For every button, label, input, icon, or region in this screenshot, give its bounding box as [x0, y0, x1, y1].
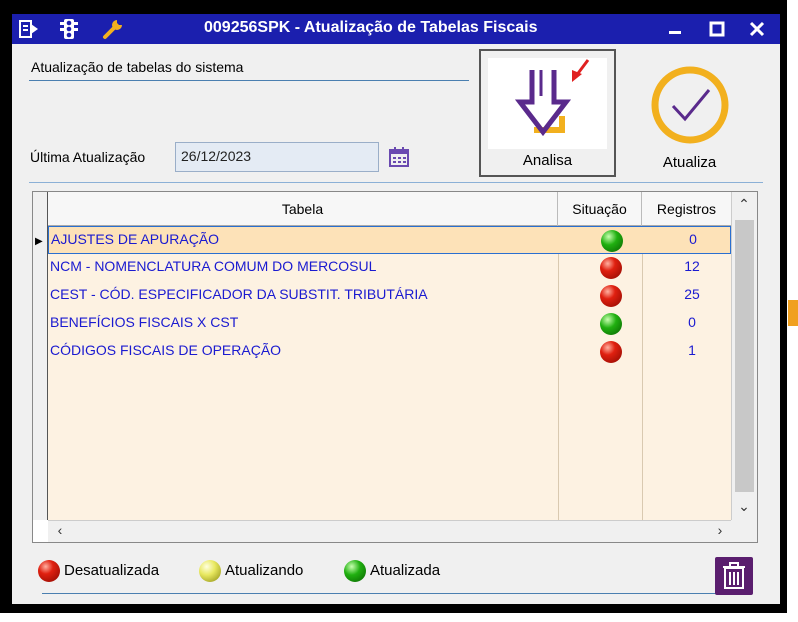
minimize-button[interactable] — [660, 18, 690, 40]
table-row[interactable]: CEST - CÓD. ESPECIFICADOR DA SUBSTIT. TR… — [48, 282, 731, 310]
legend-yellow-icon — [199, 560, 221, 582]
header-divider — [29, 182, 763, 183]
cell-tabela: AJUSTES DE APURAÇÃO — [51, 231, 220, 247]
cell-registros: 0 — [688, 314, 696, 330]
legend-desatualizada: Desatualizada — [64, 562, 160, 579]
analisa-button[interactable]: Analisa — [479, 49, 616, 177]
atualiza-label[interactable]: Atualiza — [632, 154, 747, 171]
scroll-down-icon[interactable]: ⌄ — [732, 498, 756, 515]
cell-registros: 1 — [688, 342, 696, 358]
grid-header: Tabela Situação Registros — [48, 192, 731, 226]
background-window-edge — [788, 300, 798, 326]
cell-registros: 25 — [684, 286, 700, 302]
scroll-up-icon[interactable]: ⌃ — [732, 196, 756, 213]
status-green-icon — [601, 230, 623, 252]
cell-tabela: CEST - CÓD. ESPECIFICADOR DA SUBSTIT. TR… — [50, 286, 428, 302]
wrench-icon[interactable] — [102, 18, 124, 40]
vertical-scrollbar[interactable]: ⌃ ⌄ — [731, 192, 757, 520]
horizontal-scrollbar[interactable]: ‹ › — [48, 520, 731, 542]
table-row[interactable]: BENEFÍCIOS FISCAIS X CST 0 — [48, 310, 731, 338]
tables-grid[interactable]: ▶ Tabela Situação Registros AJUSTES DE A… — [32, 191, 758, 543]
status-red-icon — [600, 285, 622, 307]
minimize-icon — [669, 31, 681, 34]
status-red-icon — [600, 341, 622, 363]
scroll-left-icon[interactable]: ‹ — [48, 522, 72, 538]
current-row-pointer-icon: ▶ — [35, 236, 43, 247]
table-row[interactable]: AJUSTES DE APURAÇÃO 0 — [48, 226, 731, 254]
cell-tabela: BENEFÍCIOS FISCAIS X CST — [50, 314, 239, 330]
column-header-registros[interactable]: Registros — [642, 192, 731, 226]
cell-tabela: NCM - NOMENCLATURA COMUM DO MERCOSUL — [50, 258, 377, 274]
legend-green-icon — [344, 560, 366, 582]
legend-red-icon — [38, 560, 60, 582]
footer-divider — [42, 593, 732, 594]
client-area: Atualização de tabelas do sistema Última… — [12, 44, 780, 604]
legend-atualizada: Atualizada — [370, 562, 441, 579]
delete-button[interactable] — [715, 557, 753, 595]
download-arrow-icon — [514, 59, 590, 137]
calendar-icon[interactable] — [388, 146, 410, 168]
check-circle-icon[interactable] — [649, 64, 731, 146]
table-row[interactable]: CÓDIGOS FISCAIS DE OPERAÇÃO 1 — [48, 338, 731, 366]
cell-registros: 0 — [689, 231, 697, 247]
last-update-date-field[interactable]: 26/12/2023 — [175, 142, 379, 172]
analisa-label: Analisa — [522, 152, 573, 169]
vertical-scroll-thumb[interactable] — [735, 220, 754, 492]
maximize-button[interactable] — [702, 18, 732, 40]
cell-tabela: CÓDIGOS FISCAIS DE OPERAÇÃO — [50, 342, 282, 358]
menu-arrow-icon[interactable] — [18, 18, 40, 40]
title-bar: 009256SPK - Atualização de Tabelas Fisca… — [12, 14, 780, 44]
column-header-situacao[interactable]: Situação — [558, 192, 642, 226]
legend-atualizando: Atualizando — [225, 562, 304, 579]
cell-registros: 12 — [684, 258, 700, 274]
section-caption: Atualização de tabelas do sistema — [31, 59, 244, 75]
scroll-right-icon[interactable]: › — [708, 522, 732, 538]
analisa-icon-frame — [488, 58, 607, 149]
traffic-light-icon[interactable] — [58, 18, 80, 40]
last-update-label: Última Atualização — [30, 149, 146, 165]
caption-divider — [29, 80, 469, 81]
table-row[interactable]: NCM - NOMENCLATURA COMUM DO MERCOSUL 12 — [48, 254, 731, 282]
scroll-corner — [731, 520, 757, 542]
trash-icon — [723, 562, 745, 589]
close-icon — [749, 21, 765, 37]
grid-body: AJUSTES DE APURAÇÃO 0 NCM - NOMENCLATURA… — [48, 226, 731, 520]
status-green-icon — [600, 313, 622, 335]
maximize-icon — [709, 21, 725, 37]
window-title: 009256SPK - Atualização de Tabelas Fisca… — [204, 19, 538, 36]
close-button[interactable] — [742, 18, 772, 40]
status-red-icon — [600, 257, 622, 279]
column-header-tabela[interactable]: Tabela — [48, 192, 558, 226]
